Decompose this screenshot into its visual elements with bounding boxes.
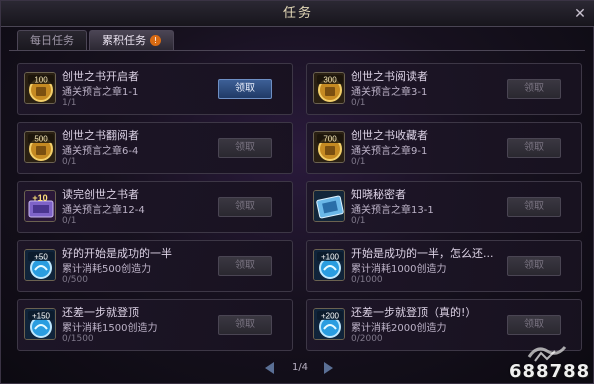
pager: 1/4 xyxy=(1,359,594,379)
icon-label: +50 xyxy=(34,253,48,262)
quest-description: 通关预言之章9-1 xyxy=(351,146,428,157)
quest-progress: 0/1000 xyxy=(351,275,383,285)
close-icon: ✕ xyxy=(574,6,586,22)
potion-100-icon: +100 xyxy=(313,249,345,281)
ticket-blue-icon xyxy=(313,190,345,222)
icon-label: +200 xyxy=(321,312,340,321)
window-title: 任务 xyxy=(282,6,313,21)
quest-progress: 0/1 xyxy=(351,216,366,226)
tab-label: 每日任务 xyxy=(30,34,74,47)
claim-button[interactable]: 领取 xyxy=(218,315,272,335)
quest-card: +100 开始是成功的一半，怎么还... 累计消耗1000创造力 0/1000 领取 xyxy=(306,240,582,292)
quest-title: 还差一步就登顶 xyxy=(62,306,139,319)
icon-label: +100 xyxy=(321,253,340,262)
watermark-number: 688788 xyxy=(509,361,591,382)
quest-title: 知晓秘密者 xyxy=(351,188,406,201)
tab-cumulative-quests[interactable]: 累积任务! xyxy=(89,30,174,50)
potion-200-icon: +200 xyxy=(313,308,345,340)
quest-card: +10 读完创世之书者 通关预言之章12-4 0/1 领取 xyxy=(17,181,293,233)
alert-badge-icon: ! xyxy=(150,35,161,46)
quest-description: 通关预言之章13-1 xyxy=(351,205,434,216)
quest-description: 累计消耗500创造力 xyxy=(62,264,152,275)
coin-100-icon: 100 xyxy=(24,72,56,104)
quest-description: 通关预言之章3-1 xyxy=(351,87,428,98)
icon-label: 500 xyxy=(34,135,48,144)
icon-label: 700 xyxy=(323,135,337,144)
quest-description: 通关预言之章1-1 xyxy=(62,87,139,98)
quest-description: 累计消耗2000创造力 xyxy=(351,323,447,334)
close-button[interactable]: ✕ xyxy=(571,5,589,23)
coin-500-icon: 500 xyxy=(24,131,56,163)
claim-button[interactable]: 领取 xyxy=(218,197,272,217)
claim-button[interactable]: 领取 xyxy=(507,197,561,217)
claim-button[interactable]: 领取 xyxy=(507,79,561,99)
quest-description: 累计消耗1000创造力 xyxy=(351,264,447,275)
potion-150-icon: +150 xyxy=(24,308,56,340)
icon-label: +10 xyxy=(32,193,47,203)
icon-label: 300 xyxy=(323,76,337,85)
quest-description: 累计消耗1500创造力 xyxy=(62,323,158,334)
page-indicator: 1/4 xyxy=(291,362,309,373)
quest-progress: 0/1 xyxy=(62,216,77,226)
quest-card: 500 创世之书翻阅者 通关预言之章6-4 0/1 领取 xyxy=(17,122,293,174)
quest-progress: 0/1500 xyxy=(62,334,94,344)
claim-button[interactable]: 领取 xyxy=(218,138,272,158)
quest-title: 创世之书开启者 xyxy=(62,70,139,83)
claim-button[interactable]: 领取 xyxy=(218,79,272,99)
quest-title: 创世之书翻阅者 xyxy=(62,129,139,142)
claim-button[interactable]: 领取 xyxy=(218,256,272,276)
quest-title: 还差一步就登顶（真的!） xyxy=(351,306,477,319)
claim-button[interactable]: 领取 xyxy=(507,138,561,158)
claim-button[interactable]: 领取 xyxy=(507,256,561,276)
quest-progress: 0/1 xyxy=(351,157,366,167)
coin-700-icon: 700 xyxy=(313,131,345,163)
ticket-10-icon: +10 xyxy=(24,190,56,222)
icon-label: 100 xyxy=(34,76,48,85)
quest-card: +150 还差一步就登顶累计消耗1500创造力 0/1500 领取 xyxy=(17,299,293,351)
quest-window: 任务 ✕ 每日任务 累积任务! 100 创世之书开启者 通关预言之章1-1 1/1 领取… xyxy=(0,0,594,384)
quest-title: 创世之书阅读者 xyxy=(351,70,428,83)
tab-daily-quests[interactable]: 每日任务 xyxy=(17,30,87,50)
tab-divider xyxy=(9,50,585,51)
quest-card: 300 创世之书阅读者 通关预言之章3-1 0/1 领取 xyxy=(306,63,582,115)
next-page-icon[interactable] xyxy=(324,362,333,374)
prev-page-icon[interactable] xyxy=(265,362,274,374)
icon-label: +150 xyxy=(32,312,51,321)
quest-progress: 0/1 xyxy=(351,98,366,108)
quest-progress: 1/1 xyxy=(62,98,77,108)
title-bar: 任务 ✕ xyxy=(1,1,594,27)
quest-title: 好的开始是成功的一半 xyxy=(62,247,172,260)
quest-title: 创世之书收藏者 xyxy=(351,129,428,142)
quest-description: 通关预言之章6-4 xyxy=(62,146,139,157)
coin-300-icon: 300 xyxy=(313,72,345,104)
quest-description: 通关预言之章12-4 xyxy=(62,205,145,216)
quest-progress: 0/500 xyxy=(62,275,88,285)
potion-50-icon: +50 xyxy=(24,249,56,281)
quest-title: 开始是成功的一半，怎么还... xyxy=(351,247,494,260)
quest-title: 读完创世之书者 xyxy=(62,188,139,201)
quest-card: 知晓秘密者通关预言之章13-1 0/1 领取 xyxy=(306,181,582,233)
quest-card: +50 好的开始是成功的一半 累计消耗500创造力 0/500 领取 xyxy=(17,240,293,292)
quest-progress: 0/2000 xyxy=(351,334,383,344)
quest-grid: 100 创世之书开启者 通关预言之章1-1 1/1 领取 300 创世之书阅读者 通关预言之章… xyxy=(17,63,582,355)
quest-card: 700 创世之书收藏者 通关预言之章9-1 0/1 领取 xyxy=(306,122,582,174)
claim-button[interactable]: 领取 xyxy=(507,315,561,335)
tab-label: 累积任务 xyxy=(102,34,146,47)
quest-progress: 0/1 xyxy=(62,157,77,167)
tab-bar: 每日任务 累积任务! xyxy=(17,30,174,50)
quest-card: 100 创世之书开启者 通关预言之章1-1 1/1 领取 xyxy=(17,63,293,115)
watermark-logo-icon xyxy=(527,346,567,362)
